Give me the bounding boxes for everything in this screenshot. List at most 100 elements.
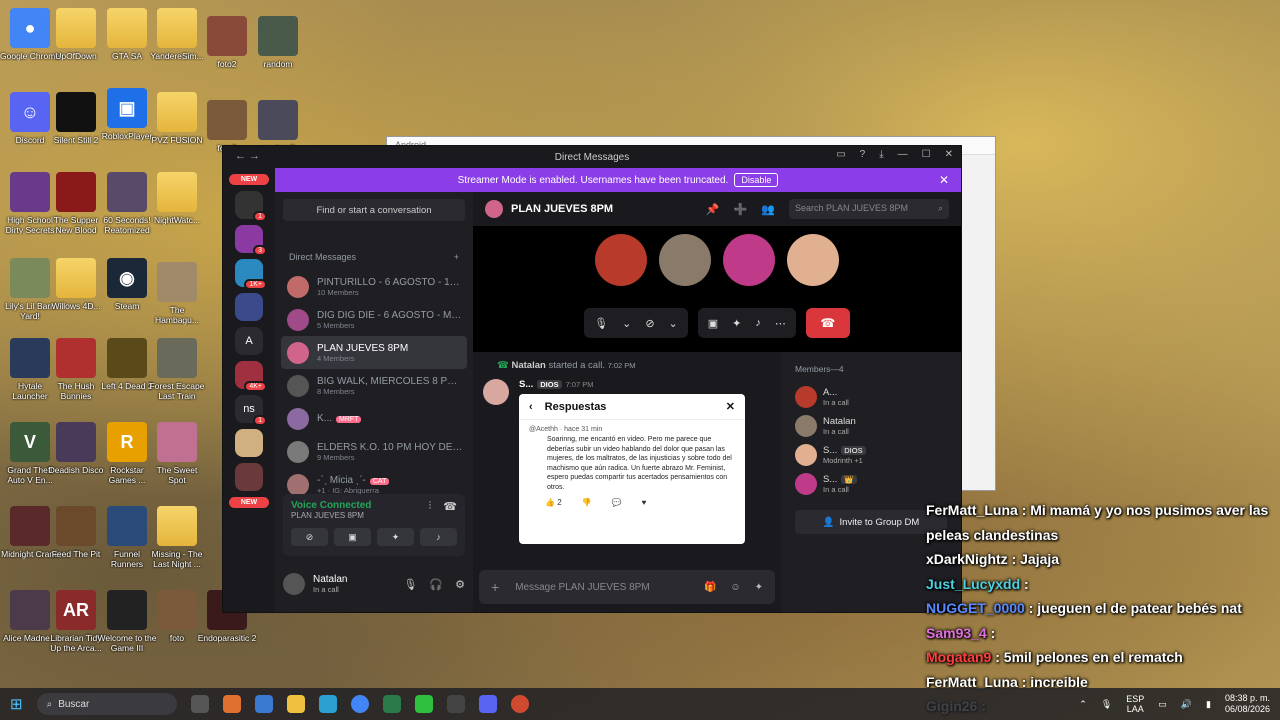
desktop-shortcut[interactable]: The Sweet Spot — [147, 422, 207, 485]
dm-subtitle: 10 Members — [317, 287, 359, 297]
participant-avatar[interactable] — [787, 234, 839, 286]
chevron-down-icon[interactable]: ⌄ — [669, 317, 678, 330]
close-button[interactable]: ✕ — [945, 149, 953, 160]
add-friends-icon[interactable]: ➕ — [734, 203, 748, 216]
excel-icon[interactable] — [382, 695, 401, 713]
desktop-shortcut[interactable]: random — [248, 16, 308, 69]
volume-icon[interactable]: 🔊 — [1181, 699, 1192, 710]
windows-start-icon[interactable]: ⊞ — [10, 695, 23, 713]
taskbar-search[interactable]: ⌕ Buscar — [36, 693, 177, 715]
invite-to-group-button[interactable]: 👤 Invite to Group DM — [795, 510, 947, 534]
find-conversation-input[interactable]: Find or start a conversation — [283, 199, 465, 221]
hang-up-button[interactable]: ☎ — [805, 308, 850, 338]
members-icon[interactable]: 👥 — [761, 203, 775, 216]
activities-button[interactable]: ✦ — [377, 528, 414, 546]
server-icon[interactable] — [235, 463, 263, 491]
server-icon[interactable]: 1K+ — [235, 259, 267, 290]
noise-suppression-icon[interactable]: ⫶ — [429, 500, 432, 520]
server-icon[interactable]: A — [235, 327, 263, 355]
soundboard-button[interactable]: ♪ — [420, 528, 457, 546]
desktop-shortcut[interactable]: The Hambagu... — [147, 262, 207, 325]
member-item[interactable]: S... DIOS Modrinth +1 — [795, 440, 947, 469]
server-icon[interactable] — [235, 429, 263, 457]
close-banner-icon[interactable]: ✕ — [939, 173, 949, 187]
nav-arrows[interactable]: ← → — [235, 150, 260, 162]
apps-icon[interactable]: ✦ — [755, 582, 763, 593]
image-attachment[interactable]: ‹ Respuestas ✕ @Acethh · hace 31 min Soa… — [519, 394, 745, 544]
edge-icon[interactable] — [318, 695, 337, 713]
chevron-down-icon[interactable]: ⌄ — [622, 317, 631, 330]
app-icon[interactable] — [414, 695, 433, 713]
network-icon[interactable]: ▭ — [1158, 699, 1167, 710]
discord-icon[interactable] — [478, 695, 497, 713]
server-icon[interactable] — [235, 293, 263, 321]
mic-icon[interactable]: 🎙 — [594, 317, 608, 330]
gift-icon[interactable]: 🎁 — [704, 582, 716, 593]
chat-username: Sam93_4 — [926, 624, 987, 641]
copilot-icon[interactable] — [222, 695, 241, 713]
help-icon[interactable]: ? — [860, 149, 866, 160]
desktop-shortcut[interactable]: Forest Escape Last Train — [147, 338, 207, 401]
dm-item[interactable]: K... MRFT — [281, 402, 467, 435]
server-icon[interactable]: 1 — [235, 191, 267, 222]
screen-share-icon[interactable]: ▣ — [708, 317, 718, 330]
back-icon: ‹ — [529, 400, 533, 413]
camera-button[interactable]: ⊘ — [291, 528, 328, 546]
member-item[interactable]: S... 👑 In a call — [795, 469, 947, 498]
avatar[interactable] — [483, 379, 509, 405]
app-icon[interactable] — [510, 695, 529, 713]
chevron-up-icon[interactable]: ⌃ — [1079, 699, 1087, 710]
server-icon[interactable]: 4K+ — [235, 361, 267, 392]
headphones-icon[interactable]: 🎧 — [429, 578, 443, 591]
activities-icon[interactable]: ✦ — [732, 317, 741, 330]
maximize-button[interactable]: ☐ — [922, 149, 931, 160]
more-icon[interactable]: ⋯ — [775, 317, 786, 330]
clock[interactable]: 08:38 p. m. 06/08/2026 — [1225, 693, 1270, 715]
participant-avatar[interactable] — [595, 234, 647, 286]
member-item[interactable]: Natalan In a call — [795, 411, 947, 440]
microphone-icon[interactable]: 🎙 — [403, 578, 417, 591]
desktop-shortcut[interactable]: NightWatc... — [147, 172, 207, 225]
participant-avatar[interactable] — [659, 234, 711, 286]
dm-item[interactable]: BIG WALK, MIERCOLES 8 PM ... 8 Members — [281, 369, 467, 402]
chat-line: xDarkNightz : Jajaja — [926, 547, 1280, 572]
soundboard-icon[interactable]: ♪ — [755, 317, 761, 329]
language-indicator[interactable]: ESP LAA — [1126, 694, 1144, 714]
avatar — [287, 407, 309, 430]
task-view-icon[interactable] — [190, 695, 209, 713]
store-icon[interactable] — [254, 695, 273, 713]
member-item[interactable]: A... In a call — [795, 382, 947, 411]
chrome-icon[interactable] — [350, 695, 369, 713]
participant-avatar[interactable] — [723, 234, 775, 286]
pin-icon[interactable]: 📌 — [706, 203, 720, 216]
file-explorer-icon[interactable] — [286, 695, 305, 713]
search-input[interactable]: Search PLAN JUEVES 8PM ⌕ — [789, 199, 949, 219]
screen-share-button[interactable]: ▣ — [334, 528, 371, 546]
camera-off-icon[interactable]: ⊘ — [645, 317, 654, 330]
avatar[interactable] — [283, 573, 305, 595]
disconnect-icon[interactable]: ☎ — [443, 500, 457, 520]
desktop-shortcut[interactable]: Missing - The Last Night ... — [147, 506, 207, 569]
add-attachment-icon[interactable]: + — [491, 579, 499, 595]
microphone-icon[interactable]: 🎙 — [1101, 699, 1112, 710]
battery-icon[interactable]: ▮ — [1206, 699, 1211, 710]
dm-item[interactable]: PINTURILLO - 6 AGOSTO - 10 ... 10 Members — [281, 270, 467, 303]
server-icon[interactable]: 3 — [235, 225, 267, 256]
message-author[interactable]: S... — [519, 379, 533, 390]
dm-item[interactable]: ELDERS K.O. 10 PM HOY DES... 9 Members — [281, 435, 467, 468]
voice-status[interactable]: Voice Connected — [291, 500, 371, 511]
dm-item[interactable]: PLAN JUEVES 8PM 4 Members — [281, 336, 467, 369]
message-composer[interactable]: + Message PLAN JUEVES 8PM 🎁 ☺ ✦ — [479, 570, 775, 604]
create-dm-icon[interactable]: + — [454, 252, 459, 262]
dm-header-label: Direct Messages — [289, 252, 357, 262]
minimize-button[interactable]: — — [898, 149, 908, 160]
obs-icon[interactable] — [446, 695, 465, 713]
emoji-icon[interactable]: ☺ — [730, 582, 740, 593]
server-icon[interactable]: ns 1 — [235, 395, 267, 426]
settings-gear-icon[interactable]: ⚙ — [455, 578, 465, 591]
dm-item[interactable]: DIG DIG DIE - 6 AGOSTO - MA... 5 Members — [281, 303, 467, 336]
disable-button[interactable]: Disable — [734, 173, 779, 187]
download-icon[interactable]: ⤓ — [879, 149, 883, 160]
message-input[interactable]: Message PLAN JUEVES 8PM — [515, 582, 688, 593]
inbox-icon[interactable]: ▭ — [836, 149, 845, 160]
